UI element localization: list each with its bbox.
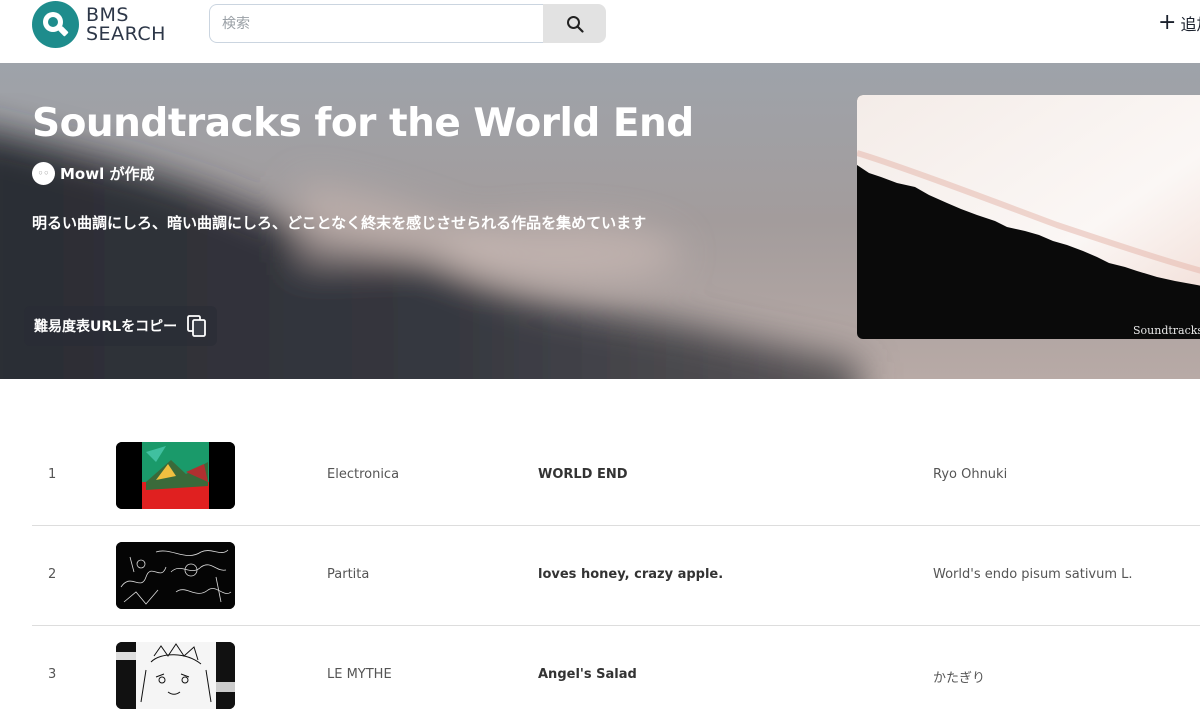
add-button-label: 追加 bbox=[1180, 15, 1200, 34]
track-thumbnail[interactable] bbox=[116, 542, 235, 609]
copy-table-url-button[interactable]: 難易度表URLをコピー bbox=[24, 306, 218, 346]
search-input[interactable] bbox=[209, 4, 543, 43]
artist-cell: World's endo pisum sativum L. bbox=[933, 567, 1133, 582]
mountain-silhouette-image bbox=[857, 95, 1200, 339]
avatar: ◦◦ bbox=[32, 162, 55, 185]
creator-info[interactable]: ◦◦ Mowl が作成 bbox=[32, 162, 154, 185]
table-banner-image: Soundtracks for the World End bbox=[857, 95, 1200, 339]
page-title: Soundtracks for the World End bbox=[32, 101, 694, 146]
logo-line-2: SEARCH bbox=[86, 22, 166, 45]
title-link[interactable]: loves honey, crazy apple. bbox=[538, 567, 723, 582]
table-row[interactable]: 1 Electronica WORLD END Ryo Ohnuki bbox=[32, 426, 1200, 526]
table-description: 明るい曲調にしろ、暗い曲調にしろ、どことなく終末を感じさせられる作品を集めていま… bbox=[32, 214, 647, 232]
artist-cell: かたぎり bbox=[933, 671, 986, 686]
track-list: 1 Electronica WORLD END Ryo Ohnuki 2 Par… bbox=[32, 426, 1200, 726]
genre-cell: LE MYTHE bbox=[327, 667, 392, 682]
track-thumbnail[interactable] bbox=[116, 642, 235, 709]
table-hero: Soundtracks for the World End ◦◦ Mowl が作… bbox=[0, 63, 1200, 379]
artist-cell: Ryo Ohnuki bbox=[933, 467, 1008, 482]
rank-cell: 2 bbox=[48, 567, 57, 582]
logo-wordmark: BMS SEARCH bbox=[86, 3, 166, 45]
top-nav: BMS SEARCH + 追加 bbox=[0, 0, 1200, 63]
rank-cell: 3 bbox=[48, 667, 57, 682]
table-row[interactable]: 2 Partita loves honey, crazy apple. Worl… bbox=[32, 526, 1200, 626]
creator-label: Mowl が作成 bbox=[60, 165, 155, 183]
logo-search-icon bbox=[32, 1, 79, 48]
genre-cell: Electronica bbox=[327, 467, 400, 482]
title-link[interactable]: WORLD END bbox=[538, 467, 628, 482]
title-link[interactable]: Angel's Salad bbox=[538, 667, 637, 682]
plus-icon: + bbox=[1158, 10, 1177, 35]
logo-line-1: BMS bbox=[86, 3, 129, 26]
rank-cell: 1 bbox=[48, 467, 57, 482]
genre-cell: Partita bbox=[327, 567, 370, 582]
search-icon bbox=[566, 15, 584, 33]
copy-icon bbox=[187, 315, 206, 337]
track-thumbnail[interactable] bbox=[116, 442, 235, 509]
add-button[interactable]: + 追加 bbox=[1158, 11, 1200, 35]
table-row[interactable]: 3 LE MYTHE Angel's Salad かたぎり bbox=[32, 626, 1200, 726]
site-logo[interactable]: BMS SEARCH bbox=[32, 1, 166, 48]
banner-caption: Soundtracks for the World End bbox=[1133, 324, 1200, 337]
search-button[interactable] bbox=[543, 4, 606, 43]
copy-button-label: 難易度表URLをコピー bbox=[34, 319, 178, 335]
search-bar bbox=[209, 4, 606, 43]
